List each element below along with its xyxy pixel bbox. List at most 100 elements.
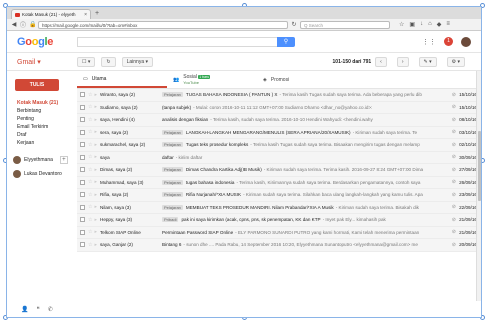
- important-marker-icon[interactable]: ▸: [94, 92, 97, 98]
- row-checkbox[interactable]: [80, 167, 85, 173]
- important-marker-icon[interactable]: ▸: [94, 217, 97, 223]
- sidebar-item-drafts[interactable]: Draf: [7, 131, 77, 139]
- email-label[interactable]: Pribadi: [162, 217, 179, 223]
- person-icon[interactable]: 👤: [21, 306, 28, 313]
- hangouts-icon[interactable]: ❝: [36, 306, 39, 313]
- shield-icon[interactable]: ◆: [437, 21, 442, 28]
- row-checkbox[interactable]: [80, 104, 85, 110]
- important-marker-icon[interactable]: ▸: [94, 142, 97, 148]
- email-label[interactable]: Pelajaran: [162, 142, 183, 148]
- browser-search-input[interactable]: Q Search: [300, 20, 390, 29]
- email-label[interactable]: Pelajaran: [162, 167, 183, 173]
- email-label[interactable]: Pelajaran: [162, 92, 183, 98]
- reload-icon[interactable]: ↻: [291, 21, 297, 28]
- tab-social[interactable]: 👥 Sosial 1 baru YouTube: [167, 71, 257, 88]
- email-label[interactable]: Pelajaran: [162, 129, 183, 135]
- contact-item[interactable]: Lukas Devantoro: [7, 167, 77, 181]
- important-marker-icon[interactable]: ▸: [94, 129, 97, 135]
- star-icon[interactable]: ☆: [88, 104, 92, 110]
- phone-icon[interactable]: ✆: [48, 306, 53, 313]
- row-checkbox[interactable]: [80, 142, 85, 148]
- mail-search-button[interactable]: ⚲: [277, 36, 295, 47]
- star-icon[interactable]: ☆: [88, 117, 92, 123]
- email-row[interactable]: ☆ ▸ Dimas, saya (2) Pelajaran Dimas Chandra …: [77, 164, 481, 177]
- google-logo[interactable]: Google: [17, 36, 77, 48]
- important-marker-icon[interactable]: ▸: [94, 179, 97, 185]
- scrollbar[interactable]: [476, 71, 481, 301]
- important-marker-icon[interactable]: ▸: [94, 154, 97, 160]
- contact-item[interactable]: Elyyethmana +: [7, 153, 77, 167]
- address-bar[interactable]: https://mail.google.com/mail/u/0/?tab=om…: [38, 20, 288, 29]
- select-all-checkbox[interactable]: ☐ ▾: [77, 56, 96, 67]
- email-label[interactable]: Pelajaran: [162, 204, 183, 210]
- email-row[interactable]: ☆ ▸ saya, Ganjar (2) Bintang 6 - sunon dhe …: [77, 239, 481, 252]
- refresh-button[interactable]: ↻: [101, 56, 116, 67]
- email-row[interactable]: ☆ ▸ saya daftar - kiriim daftar ⊘ 30/09/16: [77, 151, 481, 164]
- star-icon[interactable]: ☆: [88, 204, 92, 210]
- star-icon[interactable]: ☆: [88, 129, 92, 135]
- star-icon[interactable]: ☆: [88, 154, 92, 160]
- email-label[interactable]: Pelajaran: [162, 192, 183, 198]
- star-icon[interactable]: ☆: [88, 167, 92, 173]
- browser-tab[interactable]: Kotak Masuk (21) - elyyeth ×: [11, 9, 91, 19]
- important-marker-icon[interactable]: ▸: [94, 117, 97, 123]
- close-tab-icon[interactable]: ×: [84, 12, 87, 18]
- important-marker-icon[interactable]: ▸: [94, 192, 97, 198]
- email-row[interactable]: ☆ ▸ Rifia, saya (2) Pelajaran Rifia Nurjanah…: [77, 189, 481, 202]
- sidebar-item-inbox[interactable]: Kotak Masuk (21): [7, 99, 77, 107]
- email-row[interactable]: ☆ ▸ Muhammad, saya (3) Pelajaran tugas bahas…: [77, 176, 481, 189]
- sidebar-item-sent[interactable]: Email Terkirim: [7, 123, 77, 131]
- settings-button[interactable]: ⚙ ▾: [446, 56, 465, 67]
- email-label[interactable]: Pelajaran: [162, 179, 183, 185]
- compose-button[interactable]: TULIS: [15, 79, 59, 91]
- star-icon[interactable]: ☆: [88, 217, 92, 223]
- row-checkbox[interactable]: [80, 192, 85, 198]
- tab-primary[interactable]: ▭ Utama: [77, 71, 167, 88]
- new-tab-icon[interactable]: +: [95, 9, 99, 19]
- row-checkbox[interactable]: [80, 154, 85, 160]
- email-row[interactable]: ☆ ▸ sukmarachel, saya (2) Pelajaran Tugas te…: [77, 139, 481, 152]
- row-checkbox[interactable]: [80, 204, 85, 210]
- star-icon[interactable]: ☆: [88, 179, 92, 185]
- row-checkbox[interactable]: [80, 179, 85, 185]
- email-row[interactable]: ☆ ▸ saya, Hendini (4) analisis dengan fiksi…: [77, 114, 481, 127]
- add-contact-icon[interactable]: +: [59, 156, 68, 164]
- gmail-menu[interactable]: Gmail ▾: [17, 58, 77, 66]
- more-button[interactable]: Lainnya ▾: [121, 56, 154, 67]
- sidebar-item-starred[interactable]: Berbintang: [7, 107, 77, 115]
- back-icon[interactable]: ◀: [11, 21, 17, 28]
- important-marker-icon[interactable]: ▸: [94, 242, 97, 248]
- star-icon[interactable]: ☆: [88, 92, 92, 98]
- download-icon[interactable]: ↓: [420, 21, 423, 28]
- sidebar-item-kerjaan[interactable]: Kerjaan: [7, 139, 77, 147]
- clipboard-icon[interactable]: ▣: [409, 21, 415, 28]
- email-row[interactable]: ☆ ▸ sera, saya (2) Pelajaran LANGKAH-LANGKAH…: [77, 126, 481, 139]
- star-icon[interactable]: ☆: [88, 192, 92, 198]
- star-icon[interactable]: ☆: [88, 229, 92, 235]
- email-row[interactable]: ☆ ▸ Nilam, saya (3) Pelajaran MEMBUAT TEKS P…: [77, 201, 481, 214]
- star-icon[interactable]: ☆: [88, 142, 92, 148]
- important-marker-icon[interactable]: ▸: [94, 229, 97, 235]
- account-avatar[interactable]: [461, 36, 471, 47]
- email-row[interactable]: ☆ ▸ Heppy, saya (3) Pribadi pak ini saya kir…: [77, 214, 481, 227]
- row-checkbox[interactable]: [80, 117, 85, 123]
- mail-search-input[interactable]: [77, 36, 277, 47]
- tab-promotions[interactable]: ◈ Promosi: [257, 71, 347, 88]
- star-icon[interactable]: ☆: [88, 242, 92, 248]
- input-tools-button[interactable]: ✎ ▾: [418, 56, 437, 67]
- notification-badge[interactable]: 1: [444, 37, 453, 46]
- row-checkbox[interactable]: [80, 92, 85, 98]
- sidebar-item-important[interactable]: Penting: [7, 115, 77, 123]
- row-checkbox[interactable]: [80, 217, 85, 223]
- apps-grid-icon[interactable]: ⋮⋮: [422, 38, 436, 46]
- prev-page-button[interactable]: ‹: [375, 56, 387, 67]
- important-marker-icon[interactable]: ▸: [94, 167, 97, 173]
- menu-icon[interactable]: ≡: [446, 21, 450, 28]
- email-row[interactable]: ☆ ▸ Sudiarno, saya (2) (tanpa subjek) - Mul…: [77, 101, 481, 114]
- row-checkbox[interactable]: [80, 229, 85, 235]
- email-row[interactable]: ☆ ▸ Telkom SIAP Online Permintaan Password …: [77, 226, 481, 239]
- info-icon[interactable]: ⓘ: [20, 20, 26, 29]
- important-marker-icon[interactable]: ▸: [94, 104, 97, 110]
- row-checkbox[interactable]: [80, 129, 85, 135]
- next-page-button[interactable]: ›: [396, 56, 409, 67]
